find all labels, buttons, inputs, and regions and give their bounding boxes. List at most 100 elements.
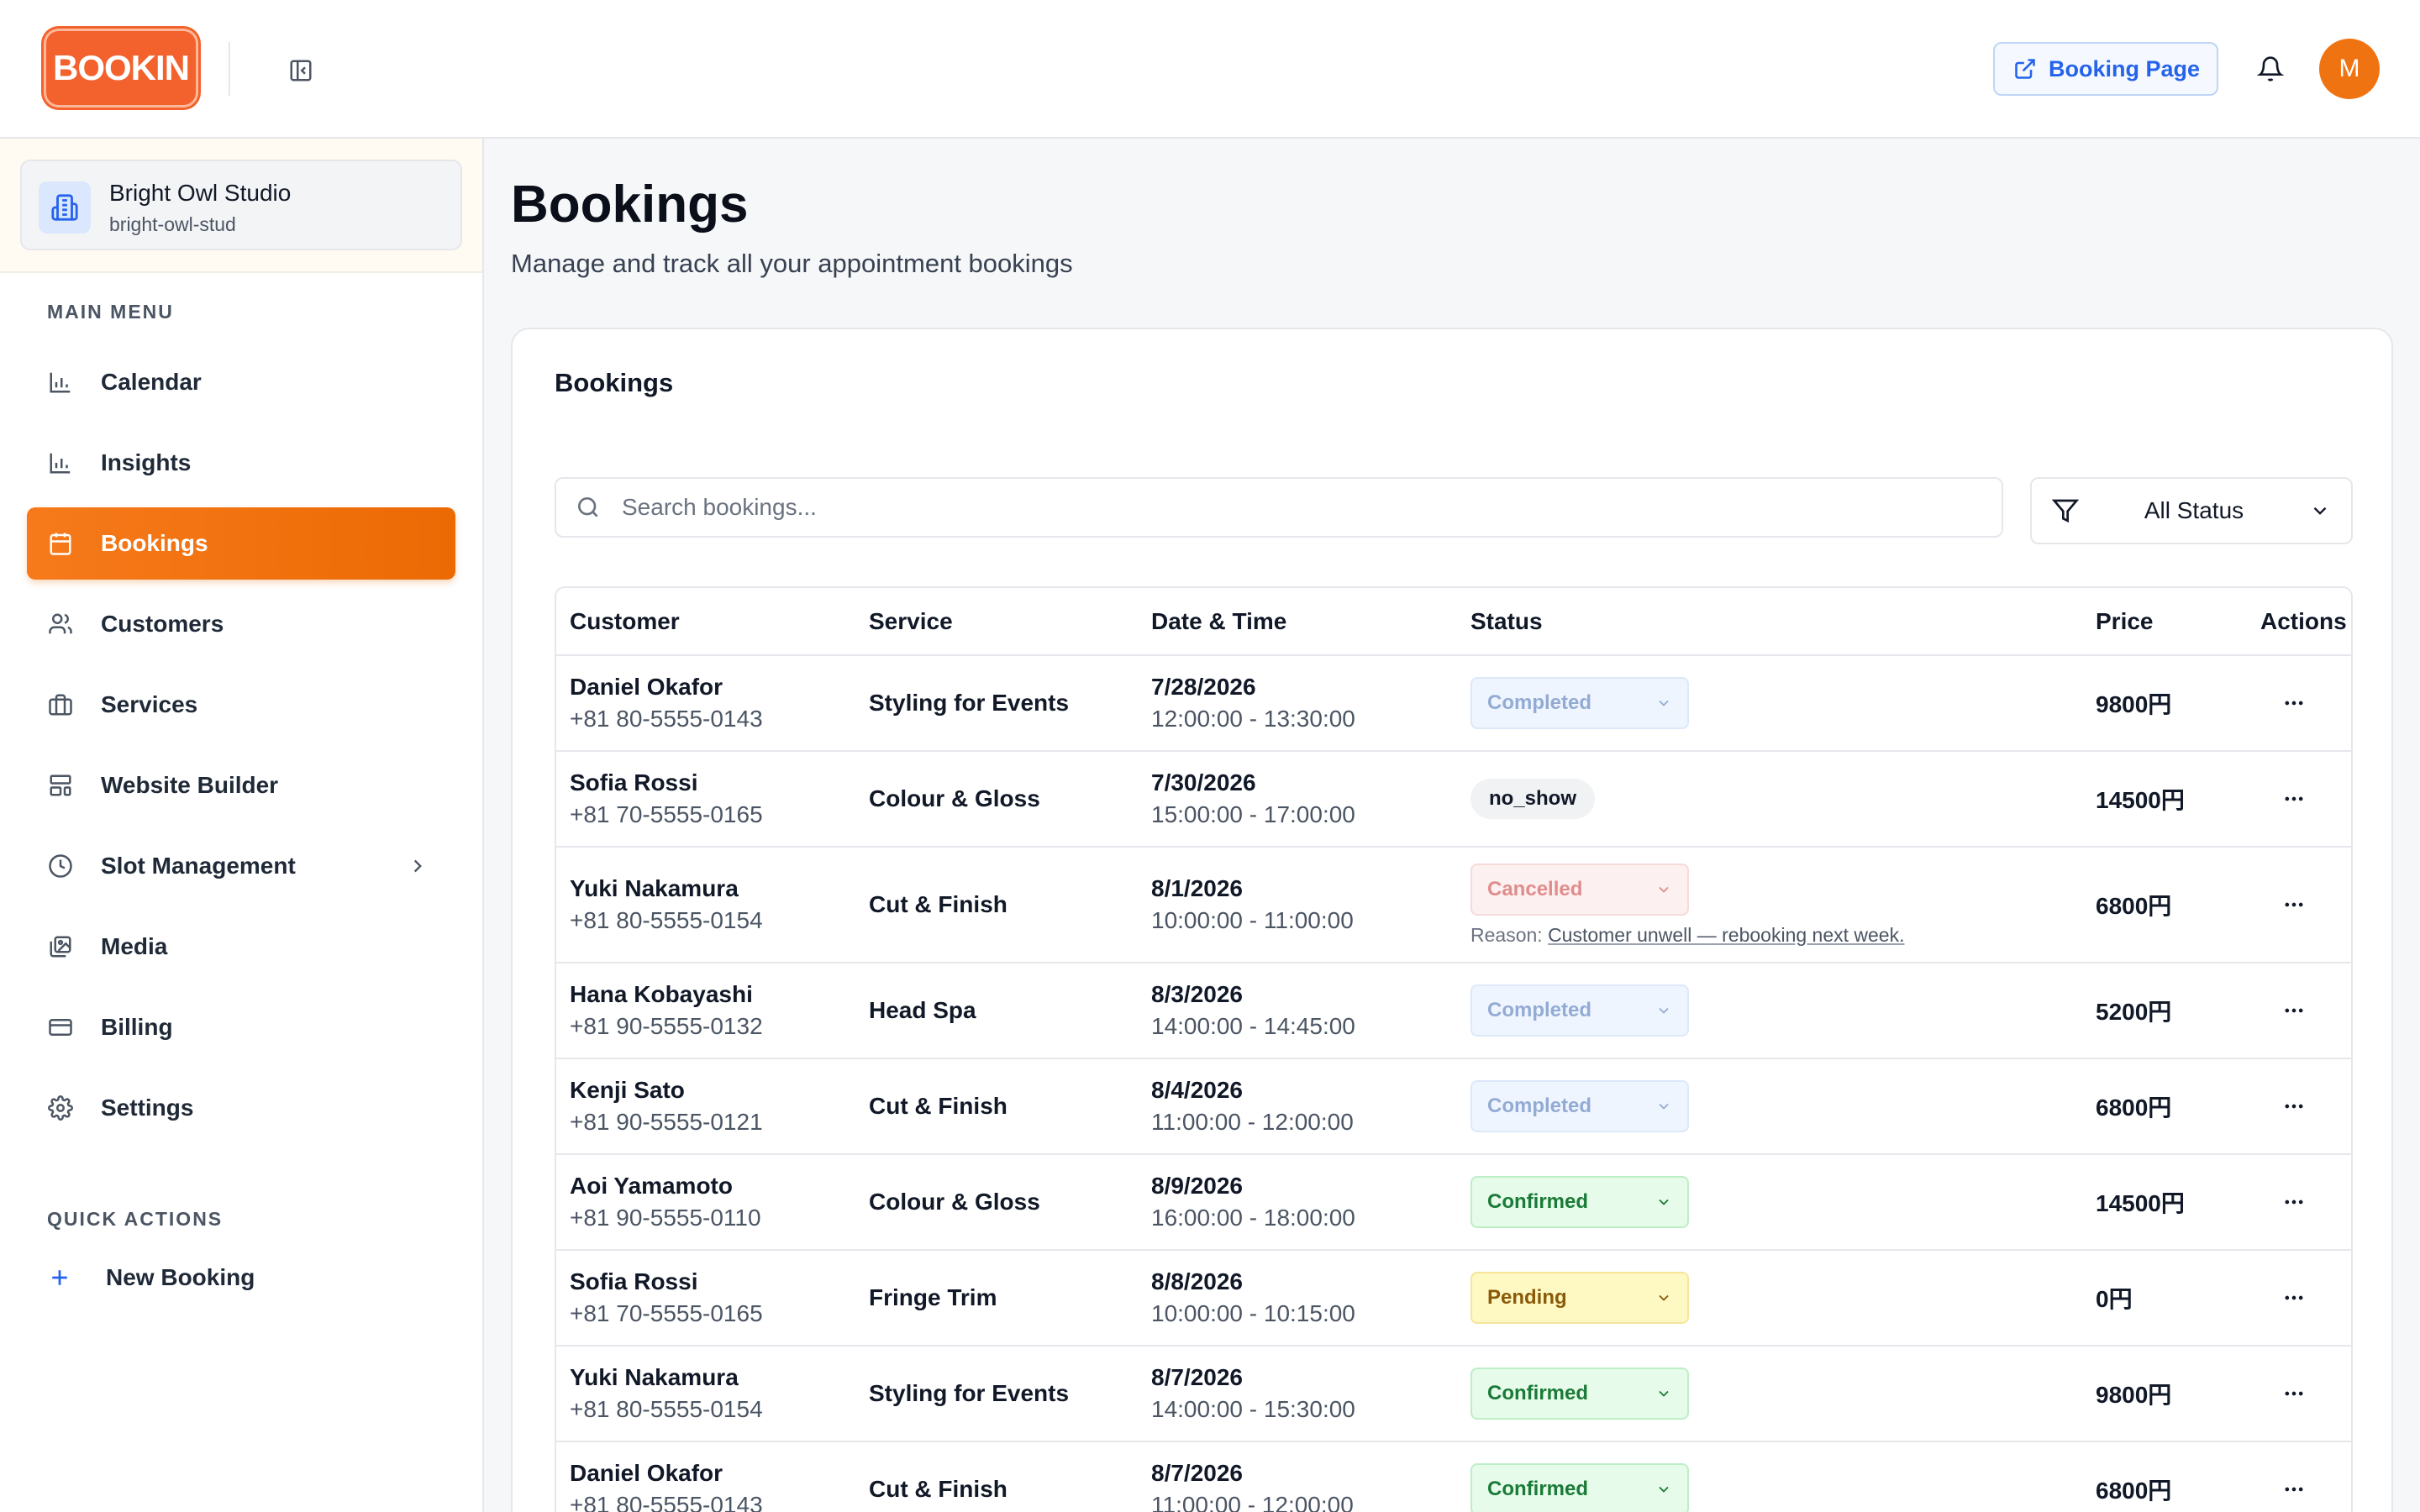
- table-row[interactable]: Yuki Nakamura +81 80-5555-0154 Cut & Fini…: [556, 847, 2351, 963]
- sidebar-item-calendar[interactable]: Calendar: [27, 346, 455, 418]
- table-row[interactable]: Kenji Sato +81 90-5555-0121 Cut & Finish …: [556, 1058, 2351, 1155]
- customer-phone: +81 80-5555-0143: [570, 706, 763, 732]
- sidebar-item-insights[interactable]: Insights: [27, 427, 455, 499]
- booking-time: 15:00:00 - 17:00:00: [1151, 801, 1355, 827]
- cancellation-reason: Reason: Customer unwell — rebooking next…: [1470, 924, 2082, 947]
- table-row[interactable]: Aoi Yamamoto +81 90-5555-0110 Colour & Gl…: [556, 1154, 2351, 1251]
- booking-time: 10:00:00 - 10:15:00: [1151, 1300, 1355, 1326]
- sidebar-item-media[interactable]: Media: [27, 911, 455, 983]
- service-name: Styling for Events: [869, 1380, 1070, 1406]
- status-value: Confirmed: [1487, 1382, 1588, 1404]
- column-header-price: Price: [2082, 588, 2247, 656]
- status-value: Completed: [1487, 1095, 1592, 1117]
- sidebar-item-billing[interactable]: Billing: [27, 991, 455, 1063]
- chevron-down-icon: [2313, 507, 2327, 515]
- sidebar-item-label: Slot Management: [101, 853, 296, 879]
- avatar-initial: M: [2338, 55, 2360, 82]
- column-header-status: Status: [1457, 588, 2082, 656]
- status-select[interactable]: Cancelled: [1470, 863, 1689, 916]
- status-value: Completed: [1487, 691, 1592, 714]
- more-actions-icon[interactable]: [2272, 1276, 2316, 1320]
- status-value: Pending: [1487, 1286, 1567, 1309]
- chevron-down-icon: [1659, 1007, 1669, 1014]
- sidebar-collapse-icon[interactable]: [284, 54, 318, 87]
- column-header-service: Service: [855, 588, 1138, 656]
- status-filter-select[interactable]: All Status: [2030, 477, 2353, 544]
- booking-price: 6800円: [2096, 1095, 2172, 1121]
- status-badge: no_show: [1470, 779, 1596, 819]
- booking-date: 8/9/2026: [1151, 1173, 1243, 1199]
- status-select[interactable]: Completed: [1470, 677, 1689, 729]
- bell-icon[interactable]: [2252, 50, 2289, 87]
- more-actions-icon[interactable]: [2272, 777, 2316, 821]
- more-actions-icon[interactable]: [2272, 1467, 2316, 1511]
- user-avatar[interactable]: M: [2319, 39, 2380, 99]
- table-row[interactable]: Hana Kobayashi +81 90-5555-0132 Head Spa …: [556, 963, 2351, 1059]
- search-box: [555, 477, 2003, 538]
- chevron-right-icon: [405, 853, 430, 879]
- status-select[interactable]: Completed: [1470, 1080, 1689, 1132]
- column-header-date-time: Date & Time: [1138, 588, 1457, 656]
- more-actions-icon[interactable]: [2272, 1180, 2316, 1224]
- bar-chart-icon: [47, 449, 74, 476]
- sidebar-item-services[interactable]: Services: [27, 669, 455, 741]
- booking-date: 8/4/2026: [1151, 1077, 1243, 1103]
- sidebar-item-bookings[interactable]: Bookings: [27, 507, 455, 580]
- booking-price: 6800円: [2096, 893, 2172, 919]
- table-row[interactable]: Yuki Nakamura +81 80-5555-0154 Styling fo…: [556, 1346, 2351, 1442]
- header-divider: [229, 42, 230, 96]
- customer-phone: +81 80-5555-0143: [570, 1492, 763, 1512]
- bookin-logo[interactable]: BOOKIN: [44, 29, 198, 108]
- search-input[interactable]: [622, 494, 1966, 521]
- booking-date: 8/7/2026: [1151, 1460, 1243, 1486]
- layout-icon: [47, 772, 74, 799]
- more-actions-icon[interactable]: [2272, 883, 2316, 927]
- studio-switcher[interactable]: Bright Owl Studio bright-owl-stud: [20, 160, 462, 250]
- reason-label: Reason:: [1470, 923, 1543, 946]
- booking-price: 5200円: [2096, 999, 2172, 1025]
- table-row[interactable]: Sofia Rossi +81 70-5555-0165 Fringe Trim …: [556, 1250, 2351, 1347]
- service-name: Colour & Gloss: [869, 785, 1040, 811]
- sidebar-item-settings[interactable]: Settings: [27, 1072, 455, 1144]
- booking-date: 8/8/2026: [1151, 1268, 1243, 1294]
- card-title: Bookings: [555, 368, 674, 397]
- status-select[interactable]: Confirmed: [1470, 1368, 1689, 1420]
- status-value: Cancelled: [1487, 877, 1583, 900]
- customer-name: Yuki Nakamura: [570, 1364, 739, 1390]
- service-name: Head Spa: [869, 997, 976, 1023]
- status-value: Confirmed: [1487, 1478, 1588, 1500]
- customer-name: Hana Kobayashi: [570, 981, 753, 1007]
- booking-price: 9800円: [2096, 691, 2172, 717]
- new-booking-button[interactable]: New Booking: [47, 1264, 255, 1291]
- table-row[interactable]: Sofia Rossi +81 70-5555-0165 Colour & Glo…: [556, 751, 2351, 848]
- sidebar: Bright Owl Studio bright-owl-stud MAIN M…: [0, 139, 484, 1512]
- more-actions-icon[interactable]: [2272, 1084, 2316, 1128]
- more-actions-icon[interactable]: [2272, 1372, 2316, 1415]
- customer-name: Daniel Okafor: [570, 1460, 723, 1486]
- status-select[interactable]: Confirmed: [1470, 1463, 1689, 1512]
- customer-phone: +81 90-5555-0110: [570, 1205, 761, 1231]
- table-row[interactable]: Daniel Okafor +81 80-5555-0143 Cut & Fini…: [556, 1441, 2351, 1512]
- table-row[interactable]: Daniel Okafor +81 80-5555-0143 Styling fo…: [556, 655, 2351, 752]
- booking-time: 12:00:00 - 13:30:00: [1151, 706, 1355, 732]
- status-select[interactable]: Completed: [1470, 984, 1689, 1037]
- status-value: Confirmed: [1487, 1190, 1588, 1213]
- new-booking-label: New Booking: [106, 1264, 255, 1290]
- service-name: Fringe Trim: [869, 1284, 997, 1310]
- sidebar-item-label: Billing: [101, 1014, 173, 1040]
- status-select[interactable]: Confirmed: [1470, 1176, 1689, 1228]
- sidebar-item-customers[interactable]: Customers: [27, 588, 455, 660]
- column-header-customer: Customer: [556, 588, 855, 656]
- status-select[interactable]: Pending: [1470, 1272, 1689, 1324]
- more-actions-icon[interactable]: [2272, 989, 2316, 1032]
- quick-actions-label: QUICK ACTIONS: [47, 1208, 224, 1230]
- plus-icon: [52, 1270, 67, 1285]
- sidebar-item-slot-management[interactable]: Slot Management: [27, 830, 455, 902]
- customer-phone: +81 70-5555-0165: [570, 1300, 763, 1326]
- chevron-down-icon: [1659, 886, 1669, 893]
- booking-time: 11:00:00 - 12:00:00: [1151, 1492, 1354, 1512]
- more-actions-icon[interactable]: [2272, 681, 2316, 725]
- sidebar-item-website-builder[interactable]: Website Builder: [27, 749, 455, 822]
- logo-text: BOOKIN: [53, 48, 190, 87]
- booking-page-button[interactable]: Booking Page: [1993, 42, 2218, 96]
